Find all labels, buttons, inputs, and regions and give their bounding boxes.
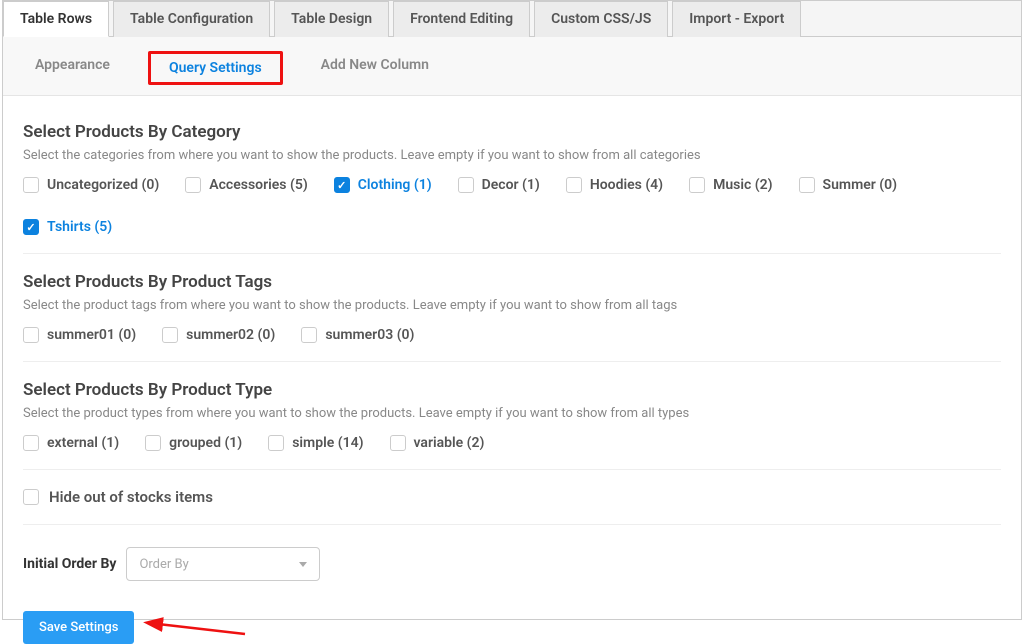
checkbox-item[interactable]: variable (2) — [390, 435, 485, 451]
section-tags: Select Products By Product Tags Select t… — [23, 272, 1001, 362]
primary-tab-table-rows[interactable]: Table Rows — [3, 1, 109, 37]
checkbox-label: simple (14) — [292, 435, 363, 451]
save-row: Save Settings — [23, 611, 1001, 644]
checkbox-icon — [689, 177, 705, 193]
checkbox-item[interactable]: grouped (1) — [145, 435, 242, 451]
checkbox-label: summer03 (0) — [325, 327, 414, 343]
checkbox-item[interactable]: Tshirts (5) — [23, 219, 112, 235]
checkbox-item[interactable]: Uncategorized (0) — [23, 177, 159, 193]
sub-tabs: Appearance Query Settings Add New Column — [3, 37, 1021, 96]
checkbox-icon — [458, 177, 474, 193]
section-type: Select Products By Product Type Select t… — [23, 380, 1001, 470]
hide-out-of-stock-row: Hide out of stocks items — [23, 488, 1001, 525]
checkbox-row: summer01 (0) summer02 (0) summer03 (0) — [23, 327, 1001, 343]
checkbox-hide-out-of-stock[interactable] — [23, 489, 39, 505]
checkbox-label: Clothing (1) — [358, 177, 432, 193]
checkbox-item[interactable]: Music (2) — [689, 177, 772, 193]
section-title: Select Products By Category — [23, 122, 1001, 142]
section-desc: Select the categories from where you wan… — [23, 148, 1001, 163]
primary-tab-table-design[interactable]: Table Design — [274, 1, 389, 37]
checkbox-label: Tshirts (5) — [47, 219, 112, 235]
primary-tab-table-configuration[interactable]: Table Configuration — [113, 1, 270, 37]
checkbox-label: variable (2) — [414, 435, 485, 451]
checkbox-item[interactable]: summer01 (0) — [23, 327, 136, 343]
checkbox-icon — [301, 327, 317, 343]
checkbox-label: Hoodies (4) — [590, 177, 663, 193]
checkbox-item[interactable]: Clothing (1) — [334, 177, 432, 193]
checkbox-item[interactable]: summer03 (0) — [301, 327, 414, 343]
sub-tab-query-settings[interactable]: Query Settings — [148, 51, 283, 85]
hide-out-of-stock-label: Hide out of stocks items — [49, 488, 213, 506]
section-title: Select Products By Product Tags — [23, 272, 1001, 292]
checkbox-icon — [145, 435, 161, 451]
checkbox-icon — [334, 177, 350, 193]
chevron-down-icon — [299, 562, 307, 567]
checkbox-label: Summer (0) — [823, 177, 898, 193]
sub-tab-add-new-column[interactable]: Add New Column — [311, 51, 439, 85]
checkbox-label: summer02 (0) — [186, 327, 275, 343]
primary-tab-custom-css-js[interactable]: Custom CSS/JS — [534, 1, 668, 37]
checkbox-icon — [185, 177, 201, 193]
sub-tab-appearance[interactable]: Appearance — [25, 51, 120, 85]
checkbox-icon — [162, 327, 178, 343]
order-by-select[interactable]: Order By — [126, 547, 320, 581]
section-desc: Select the product tags from where you w… — [23, 298, 1001, 313]
checkbox-icon — [23, 177, 39, 193]
checkbox-row: Uncategorized (0) Accessories (5) Clothing… — [23, 177, 1001, 235]
checkbox-item[interactable]: simple (14) — [268, 435, 363, 451]
checkbox-label: Uncategorized (0) — [47, 177, 159, 193]
checkbox-item[interactable]: external (1) — [23, 435, 119, 451]
checkbox-item[interactable]: Accessories (5) — [185, 177, 307, 193]
order-by-placeholder: Order By — [139, 557, 188, 572]
checkbox-label: summer01 (0) — [47, 327, 136, 343]
order-by-row: Initial Order By Order By — [23, 547, 1001, 581]
checkbox-item[interactable]: Decor (1) — [458, 177, 540, 193]
checkbox-icon — [23, 219, 39, 235]
primary-tabs: Table RowsTable ConfigurationTable Desig… — [3, 1, 1021, 37]
checkbox-item[interactable]: Summer (0) — [799, 177, 898, 193]
checkbox-icon — [23, 327, 39, 343]
save-settings-button[interactable]: Save Settings — [23, 611, 134, 644]
section-category: Select Products By Category Select the c… — [23, 122, 1001, 254]
order-by-label: Initial Order By — [23, 556, 116, 572]
section-desc: Select the product types from where you … — [23, 406, 1001, 421]
checkbox-label: Accessories (5) — [209, 177, 307, 193]
checkbox-label: Decor (1) — [482, 177, 540, 193]
checkbox-icon — [566, 177, 582, 193]
checkbox-row: external (1) grouped (1) simple (14) variab… — [23, 435, 1001, 451]
checkbox-label: Music (2) — [713, 177, 772, 193]
checkbox-item[interactable]: Hoodies (4) — [566, 177, 663, 193]
checkbox-icon — [799, 177, 815, 193]
checkbox-icon — [390, 435, 406, 451]
checkbox-item[interactable]: summer02 (0) — [162, 327, 275, 343]
checkbox-icon — [23, 435, 39, 451]
checkbox-label: external (1) — [47, 435, 119, 451]
primary-tab-frontend-editing[interactable]: Frontend Editing — [393, 1, 530, 37]
checkbox-icon — [268, 435, 284, 451]
checkbox-label: grouped (1) — [169, 435, 242, 451]
primary-tab-import-export[interactable]: Import - Export — [672, 1, 801, 37]
section-title: Select Products By Product Type — [23, 380, 1001, 400]
